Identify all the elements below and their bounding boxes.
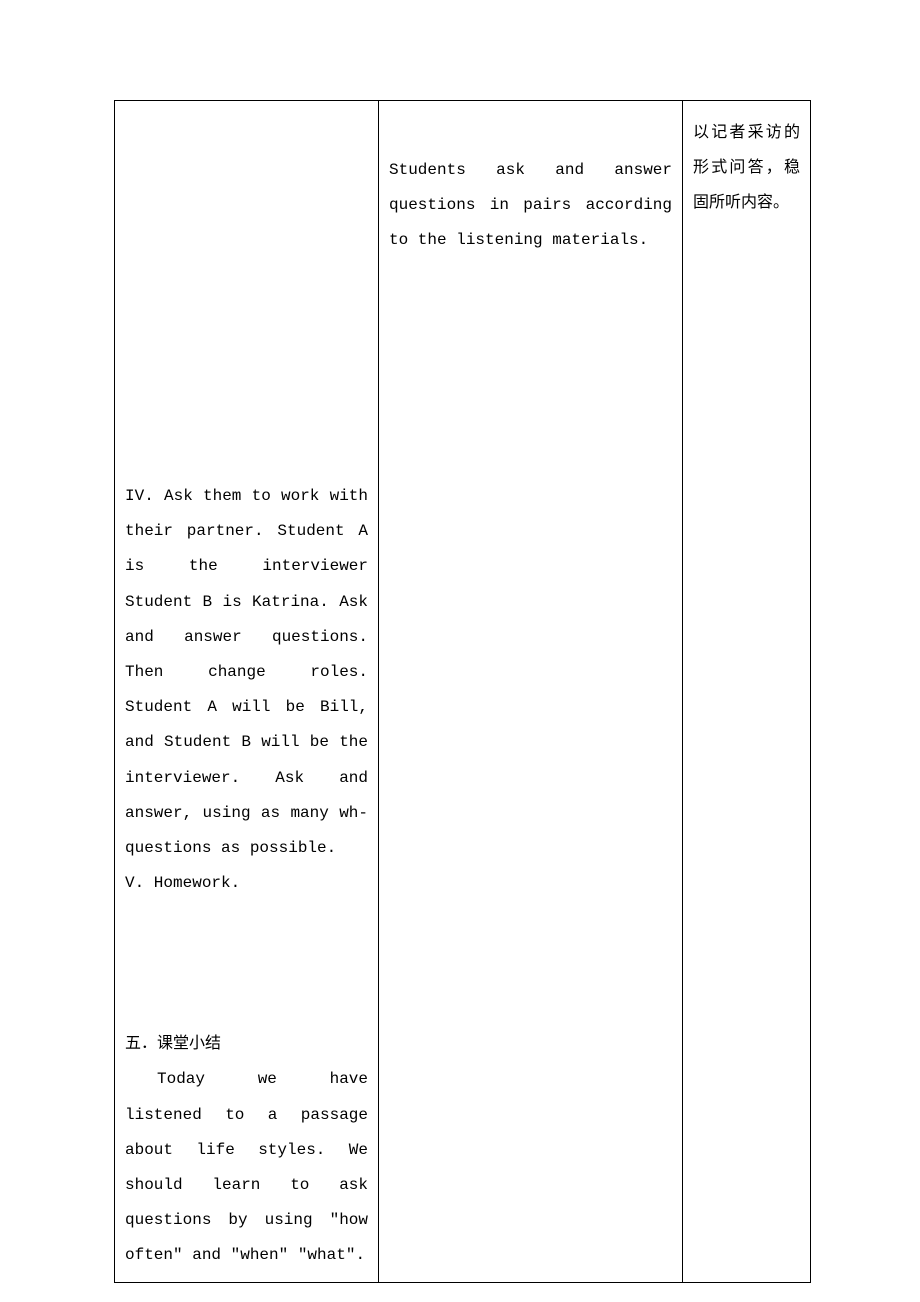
section-v-text: V. Homework.: [125, 866, 368, 901]
page-container: IV. Ask them to work with their partner.…: [0, 0, 920, 1302]
col2-content: Students ask and answer questions in pai…: [379, 101, 682, 267]
purpose-text: 以记者采访的形式问答，稳固所听内容。: [693, 115, 800, 221]
teacher-activity-cell: IV. Ask them to work with their partner.…: [115, 101, 379, 1283]
lesson-plan-table: IV. Ask them to work with their partner.…: [114, 100, 811, 1283]
section-iv-text: IV. Ask them to work with their partner.…: [125, 479, 368, 866]
purpose-cell: 以记者采访的形式问答，稳固所听内容。: [683, 101, 811, 1283]
col3-content: 以记者采访的形式问答，稳固所听内容。: [683, 101, 810, 229]
table-row: IV. Ask them to work with their partner.…: [115, 101, 811, 1283]
spacer: [125, 109, 368, 479]
spacer: [125, 901, 368, 1027]
summary-text: Today we have listened to a passage abou…: [125, 1062, 368, 1273]
student-activity-cell: Students ask and answer questions in pai…: [379, 101, 683, 1283]
student-activity-text: Students ask and answer questions in pai…: [389, 153, 672, 259]
summary-title: 五．课堂小结: [125, 1027, 368, 1062]
col1-content: IV. Ask them to work with their partner.…: [115, 101, 378, 1282]
